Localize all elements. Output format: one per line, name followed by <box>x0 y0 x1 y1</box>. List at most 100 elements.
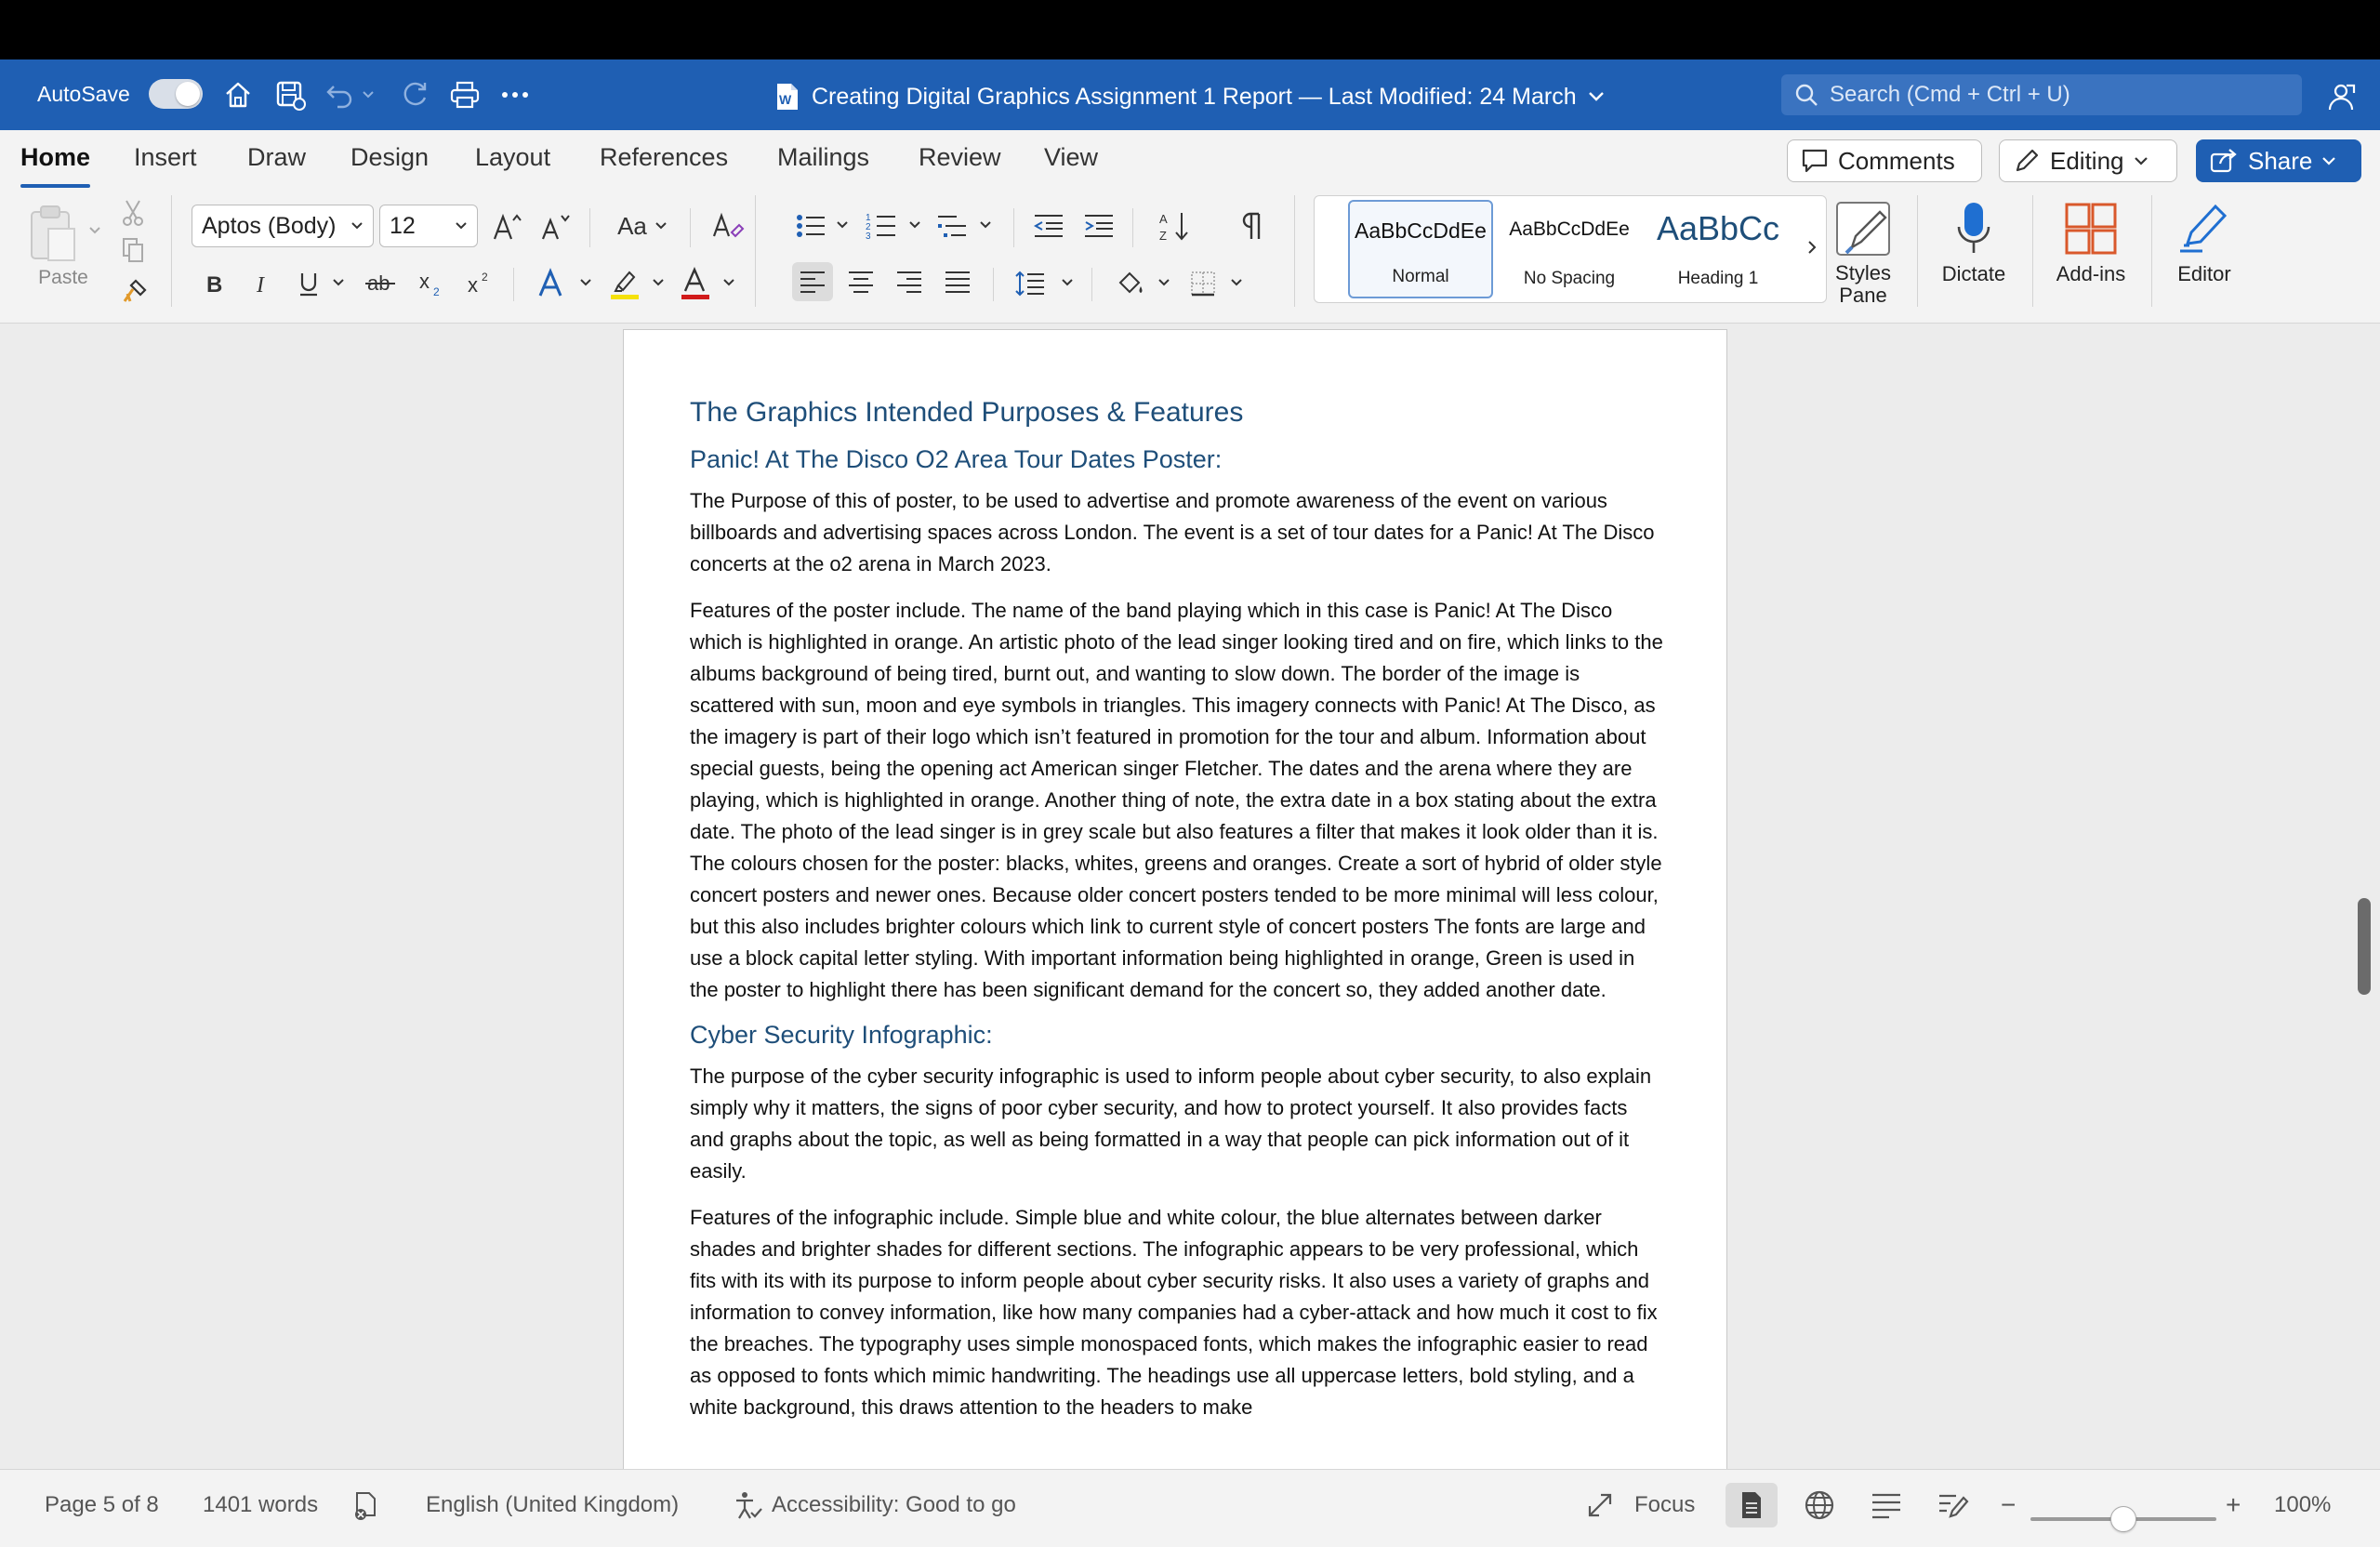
bold-icon[interactable]: B <box>197 262 231 305</box>
paste-icon[interactable] <box>24 201 80 266</box>
zoom-slider-handle[interactable] <box>2110 1506 2136 1532</box>
bullets-dropdown-icon[interactable] <box>833 216 852 234</box>
focus-button[interactable]: Focus <box>1586 1488 1695 1522</box>
tab-insert[interactable]: Insert <box>134 143 197 172</box>
clear-formatting-icon[interactable] <box>707 205 749 247</box>
dictate-button[interactable]: Dictate <box>1923 195 2025 286</box>
shading-icon[interactable] <box>1112 262 1149 305</box>
undo-dropdown-icon[interactable] <box>357 76 379 113</box>
justify-icon[interactable] <box>937 262 978 301</box>
align-left-icon[interactable] <box>792 262 833 301</box>
format-painter-icon[interactable] <box>119 275 151 307</box>
copy-icon[interactable] <box>119 236 147 264</box>
word-count[interactable]: 1401 words <box>203 1488 318 1522</box>
proofing-icon[interactable] <box>353 1488 381 1522</box>
tab-draw[interactable]: Draw <box>247 143 306 172</box>
tab-review[interactable]: Review <box>919 143 1001 172</box>
multilevel-list-icon[interactable] <box>933 205 971 247</box>
paragraph: Features of the infographic include. Sim… <box>690 1206 1658 1419</box>
line-spacing-icon[interactable] <box>1012 262 1049 305</box>
text-effects-dropdown-icon[interactable] <box>576 273 595 292</box>
draft-view-icon[interactable] <box>1937 1488 1969 1522</box>
highlight-dropdown-icon[interactable] <box>649 273 668 292</box>
tab-mailings[interactable]: Mailings <box>777 143 869 172</box>
cut-icon[interactable] <box>119 199 147 227</box>
editing-mode-button[interactable]: Editing <box>1999 139 2177 182</box>
subscript-icon[interactable]: x2 <box>415 262 448 305</box>
change-case-button[interactable]: Aa <box>610 205 675 247</box>
italic-icon[interactable]: I <box>245 262 279 305</box>
zoom-in-button[interactable]: + <box>2226 1488 2241 1522</box>
title-bar: AutoSave W Creating Digital Graphics Ass… <box>0 60 2380 130</box>
align-right-icon[interactable] <box>889 262 930 301</box>
search-box[interactable]: Search (Cmd + Ctrl + U) <box>1781 74 2302 115</box>
show-formatting-marks-icon[interactable] <box>1235 205 1272 247</box>
change-case-label: Aa <box>617 211 647 240</box>
font-name-dropdown[interactable]: Aptos (Body) <box>192 205 374 247</box>
grow-font-icon[interactable] <box>489 205 526 247</box>
accessibility-status[interactable]: Accessibility: Good to go <box>733 1488 1016 1522</box>
print-layout-view-icon[interactable] <box>1726 1483 1778 1527</box>
font-color-icon[interactable] <box>677 262 714 305</box>
numbering-icon[interactable]: 123 <box>863 205 900 247</box>
highlight-color-icon[interactable] <box>606 262 643 305</box>
undo-icon[interactable] <box>322 76 359 113</box>
vertical-scrollbar-thumb[interactable] <box>2358 898 2371 995</box>
comments-button[interactable]: Comments <box>1787 139 1982 182</box>
borders-dropdown-icon[interactable] <box>1227 273 1246 292</box>
paste-label[interactable]: Paste <box>33 264 93 292</box>
svg-text:A: A <box>1159 212 1168 226</box>
chevron-down-icon <box>1588 92 1604 101</box>
tab-view[interactable]: View <box>1044 143 1098 172</box>
style-heading-1[interactable]: AaBbCc Heading 1 <box>1646 200 1791 298</box>
outline-view-icon[interactable] <box>1871 1488 1902 1522</box>
tab-design[interactable]: Design <box>350 143 429 172</box>
style-normal[interactable]: AaBbCcDdEe Normal <box>1348 200 1493 298</box>
font-size-dropdown[interactable]: 12 <box>379 205 478 247</box>
save-icon[interactable] <box>271 76 309 113</box>
decrease-indent-icon[interactable] <box>1030 205 1067 247</box>
account-share-icon[interactable] <box>2324 80 2358 118</box>
language-status[interactable]: English (United Kingdom) <box>426 1488 679 1522</box>
underline-dropdown-icon[interactable] <box>329 273 348 292</box>
increase-indent-icon[interactable] <box>1080 205 1117 247</box>
text-effects-icon[interactable] <box>534 262 571 305</box>
borders-icon[interactable] <box>1184 262 1222 305</box>
ribbon-separator <box>1013 208 1014 247</box>
editor-button[interactable]: Editor <box>2153 195 2255 286</box>
more-options-icon[interactable] <box>496 76 534 113</box>
addins-button[interactable]: Add-ins <box>2040 195 2142 286</box>
font-color-dropdown-icon[interactable] <box>720 273 738 292</box>
zoom-level[interactable]: 100% <box>2274 1488 2331 1522</box>
page-content[interactable]: The Graphics Intended Purposes & Feature… <box>690 397 1666 1438</box>
share-button[interactable]: Share <box>2196 139 2361 182</box>
zoom-out-button[interactable]: − <box>2001 1488 2016 1522</box>
shrink-font-icon[interactable] <box>537 205 575 247</box>
line-spacing-dropdown-icon[interactable] <box>1058 273 1077 292</box>
autosave-toggle[interactable] <box>149 79 203 109</box>
paste-dropdown-icon[interactable] <box>86 221 104 240</box>
superscript-icon[interactable]: x2 <box>463 262 496 305</box>
print-icon[interactable] <box>446 76 483 113</box>
ribbon-separator <box>171 195 172 307</box>
web-layout-view-icon[interactable] <box>1804 1488 1835 1522</box>
redo-icon[interactable] <box>396 76 433 113</box>
document-page: The Graphics Intended Purposes & Feature… <box>623 329 1727 1469</box>
strikethrough-icon[interactable]: ab <box>363 262 400 305</box>
multilevel-dropdown-icon[interactable] <box>976 216 995 234</box>
style-no-spacing[interactable]: AaBbCcDdEe No Spacing <box>1497 200 1642 298</box>
underline-icon[interactable] <box>292 262 325 305</box>
sort-icon[interactable]: AZ <box>1157 205 1194 247</box>
bullets-icon[interactable] <box>792 205 829 247</box>
styles-pane-icon <box>1812 195 1914 262</box>
document-title[interactable]: W Creating Digital Graphics Assignment 1… <box>774 78 1605 115</box>
align-center-icon[interactable] <box>840 262 881 301</box>
tab-home[interactable]: Home <box>20 143 91 188</box>
styles-pane-button[interactable]: Styles Pane <box>1812 195 1914 307</box>
numbering-dropdown-icon[interactable] <box>906 216 924 234</box>
home-icon[interactable] <box>219 76 257 113</box>
page-count[interactable]: Page 5 of 8 <box>45 1488 159 1522</box>
tab-references[interactable]: References <box>600 143 728 172</box>
tab-layout[interactable]: Layout <box>475 143 550 172</box>
shading-dropdown-icon[interactable] <box>1155 273 1173 292</box>
